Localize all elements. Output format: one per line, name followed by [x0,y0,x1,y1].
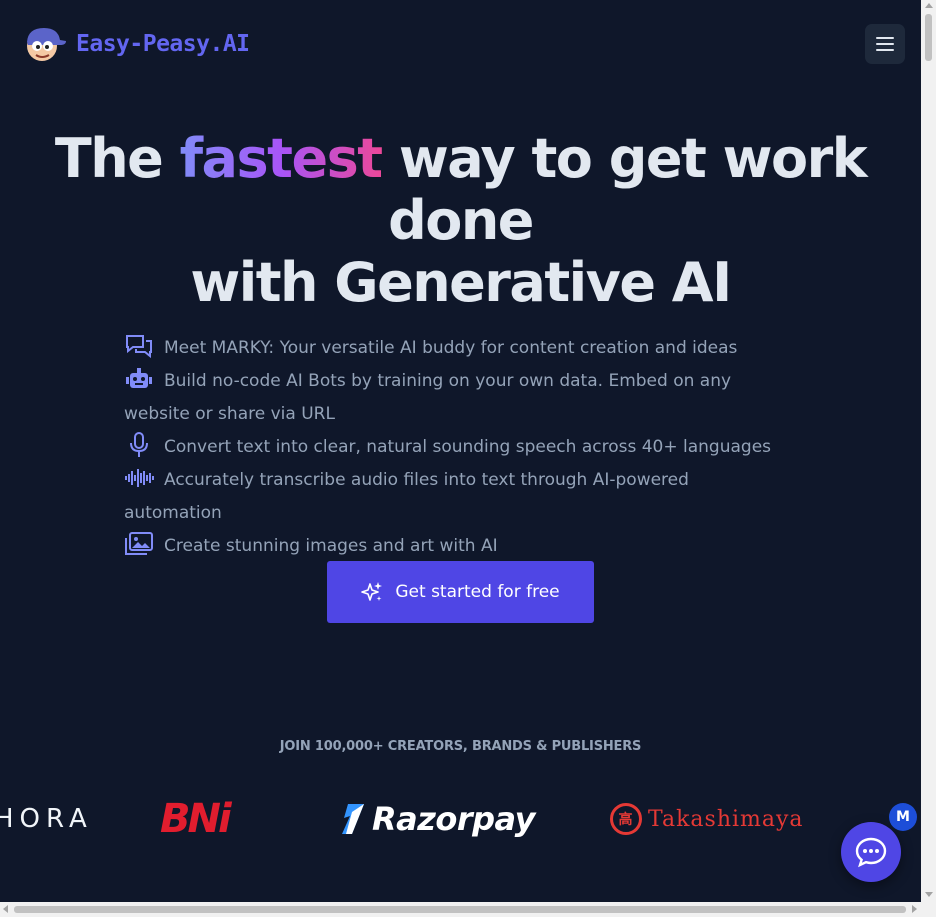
feature-list: Meet MARKY: Your versatile AI buddy for … [124,332,784,563]
feature-item: Build no-code AI Bots by training on you… [124,365,784,431]
chat-widget-button[interactable] [841,822,901,882]
takashimaya-seal-icon: 高 [610,803,642,835]
feature-item: Accurately transcribe audio files into t… [124,464,784,530]
menu-line [876,43,894,45]
get-started-label: Get started for free [395,582,560,602]
horizontal-scrollbar-thumb[interactable] [14,906,906,913]
scroll-down-arrow-icon[interactable] [925,892,933,897]
brand-name: Takashimaya [648,806,804,832]
mascot-logo-icon [27,28,66,61]
motorola-badge-icon[interactable]: M [889,803,917,831]
feature-text: Accurately transcribe audio files into t… [124,470,689,523]
feature-item: Meet MARKY: Your versatile AI buddy for … [124,332,784,365]
vertical-scrollbar-thumb[interactable] [925,14,932,61]
menu-line [876,37,894,39]
hero-title-highlight: fastest [179,127,383,190]
logo[interactable]: Easy-Peasy.AI [22,24,250,64]
microphone-icon [124,432,154,458]
brand-name: BNi [160,796,232,842]
hamburger-menu-button[interactable] [865,24,905,64]
audio-waveform-icon [124,465,154,491]
scroll-left-arrow-icon[interactable] [3,905,8,913]
hero-title-line2: with Generative AI [190,251,732,314]
hero-title: The fastest way to get work done with Ge… [0,128,921,314]
menu-line [876,49,894,51]
hero-title-part2: way to get work done [381,127,868,252]
hero-title-part1: The [54,127,180,190]
razorpay-mark-icon [342,804,364,834]
brand-logo-takashimaya: 高 Takashimaya [610,796,804,842]
brand-logo-bni: BNi [160,796,232,842]
feature-text: Meet MARKY: Your versatile AI buddy for … [164,338,738,358]
vertical-scrollbar[interactable] [921,0,936,902]
scroll-right-arrow-icon[interactable] [912,905,917,913]
scroll-up-arrow-icon[interactable] [925,3,933,8]
brand-name: HORA [0,804,93,834]
feature-text: Convert text into clear, natural soundin… [164,437,772,457]
logo-text: Easy-Peasy.AI [76,31,250,57]
images-icon [124,531,154,557]
chat-icon [855,837,887,868]
horizontal-scrollbar[interactable] [0,902,936,917]
social-proof-heading: JOIN 100,000+ CREATORS, BRANDS & PUBLISH… [279,739,642,754]
brand-logo-hora: HORA [0,796,93,842]
chat-bubbles-icon [124,333,154,359]
page: Easy-Peasy.AI The fastest way to get wor… [0,0,921,902]
sparkles-icon [361,582,383,601]
get-started-button[interactable]: Get started for free [327,561,594,623]
robot-icon [124,366,154,392]
brand-name: Razorpay [372,800,536,838]
brand-logo-razorpay: Razorpay [338,796,536,842]
feature-item: Convert text into clear, natural soundin… [124,431,784,464]
feature-item: Create stunning images and art with AI [124,530,784,563]
feature-text: Create stunning images and art with AI [164,536,498,556]
feature-text: Build no-code AI Bots by training on you… [124,371,732,424]
